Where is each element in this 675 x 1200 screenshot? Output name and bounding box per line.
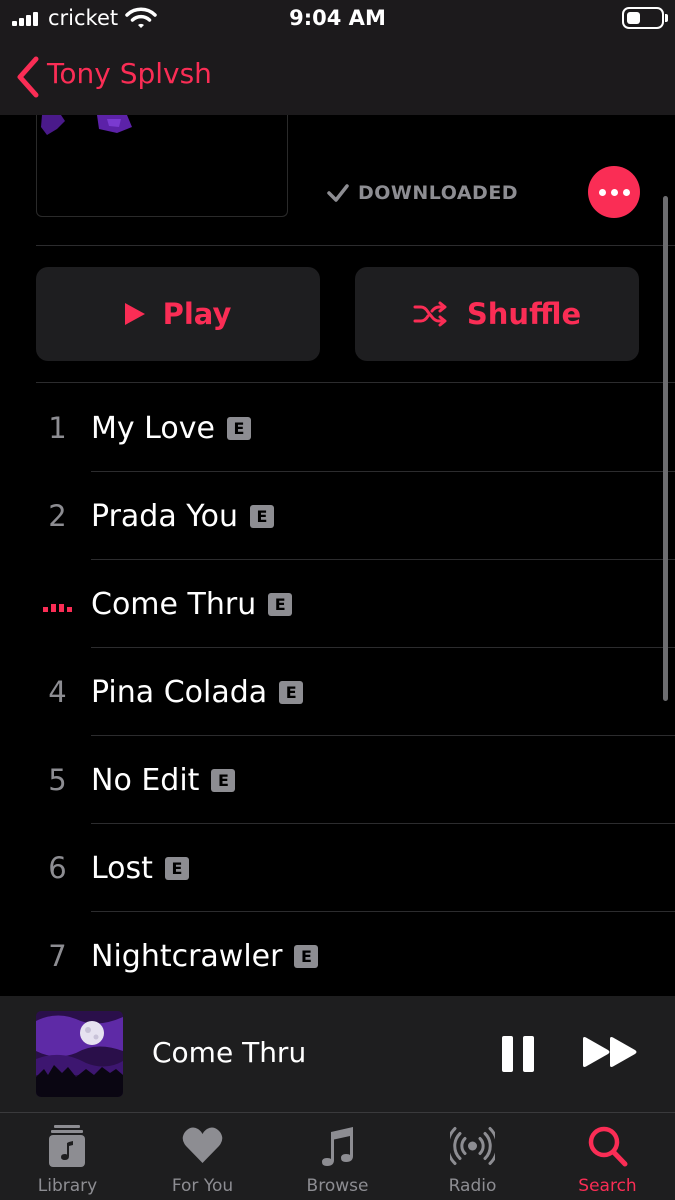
fast-forward-button[interactable] (581, 1036, 639, 1068)
explicit-badge: E (279, 680, 304, 704)
tab-for-you[interactable]: For You (135, 1113, 270, 1200)
track-number: 1 (48, 411, 67, 445)
scrollbar[interactable] (663, 196, 668, 701)
tab-bar: Library For You Browse Radio Search (0, 1112, 675, 1200)
tab-library[interactable]: Library (0, 1113, 135, 1200)
track-number: 7 (48, 939, 67, 973)
track-title: Come Thru (91, 586, 257, 622)
shuffle-icon (413, 301, 447, 327)
track-title: No Edit (91, 762, 200, 798)
checkmark-icon (327, 184, 349, 202)
tab-search[interactable]: Search (540, 1113, 675, 1200)
tab-radio[interactable]: Radio (405, 1113, 540, 1200)
more-options-button[interactable] (588, 166, 640, 218)
shuffle-button[interactable]: Shuffle (355, 267, 639, 361)
tab-label: Search (578, 1176, 637, 1196)
downloaded-label: DOWNLOADED (358, 182, 519, 204)
explicit-badge: E (164, 856, 189, 880)
track-title: Prada You (91, 498, 238, 534)
music-note-icon (322, 1127, 353, 1166)
track-row[interactable]: 1 My Love E (0, 384, 675, 472)
search-icon (588, 1126, 628, 1167)
chevron-left-icon[interactable] (14, 54, 42, 100)
track-number: 2 (48, 499, 67, 533)
album-artwork (36, 115, 288, 217)
now-playing-artwork (36, 1011, 123, 1097)
track-title: Pina Colada (91, 674, 268, 710)
track-row[interactable]: 6 Lost E (0, 824, 675, 912)
track-number: 5 (48, 763, 67, 797)
track-row-now-playing[interactable]: Come Thru E (0, 560, 675, 648)
explicit-badge: E (268, 592, 293, 616)
battery-icon (622, 7, 664, 29)
now-playing-title: Come Thru (152, 1036, 307, 1069)
play-icon (124, 303, 145, 325)
tab-label: Browse (306, 1176, 369, 1196)
battery-cap (665, 14, 668, 22)
header-divider (36, 245, 675, 246)
album-artwork-image (41, 115, 132, 135)
explicit-badge: E (211, 768, 236, 792)
mini-player[interactable]: Come Thru (0, 996, 675, 1112)
now-playing-indicator (30, 560, 85, 648)
pause-button[interactable] (502, 1036, 534, 1072)
track-title: Lost (91, 850, 153, 886)
track-number: 6 (48, 851, 67, 885)
navigation-bar: Tony Splvsh (0, 40, 675, 115)
track-title: My Love (91, 410, 215, 446)
shuffle-button-label: Shuffle (466, 297, 582, 331)
tab-label: Radio (448, 1176, 497, 1196)
explicit-badge: E (294, 944, 319, 968)
explicit-badge: E (226, 416, 251, 440)
track-row[interactable]: 4 Pina Colada E (0, 648, 675, 736)
tab-label: For You (171, 1176, 234, 1196)
pause-icon (502, 1036, 513, 1072)
tab-label: Library (37, 1176, 98, 1196)
heart-icon (182, 1127, 223, 1163)
play-button-label: Play (162, 297, 232, 331)
actions-divider (36, 382, 675, 383)
track-row[interactable]: 7 Nightcrawler E (0, 912, 660, 1000)
library-icon (49, 1125, 85, 1167)
tab-browse[interactable]: Browse (270, 1113, 405, 1200)
clock: 9:04 AM (289, 6, 386, 30)
radio-icon (450, 1127, 495, 1165)
ellipsis-icon (598, 188, 606, 196)
track-number: 4 (48, 675, 67, 709)
status-bar: cricket 9:04 AM (0, 0, 675, 40)
track-row[interactable]: 5 No Edit E (0, 736, 675, 824)
equalizer-icon (43, 596, 72, 612)
explicit-badge: E (249, 504, 274, 528)
play-button[interactable]: Play (36, 267, 320, 361)
back-button[interactable]: Tony Splvsh (47, 57, 212, 90)
track-row[interactable]: 2 Prada You E (0, 472, 675, 560)
track-title: Nightcrawler (91, 938, 283, 974)
downloaded-status: DOWNLOADED (326, 178, 518, 208)
